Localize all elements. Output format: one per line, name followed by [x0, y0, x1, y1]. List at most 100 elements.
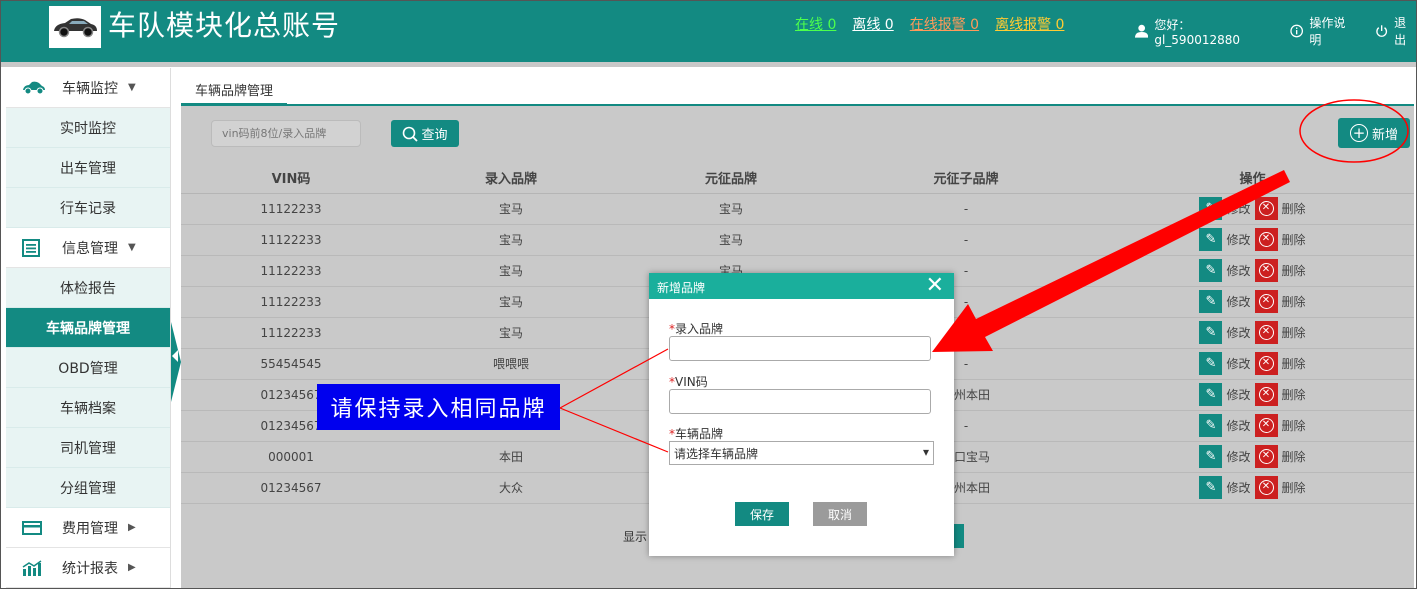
edit-icon[interactable]: ✎ — [1199, 352, 1223, 375]
sidebar-group-statistics[interactable]: 统计报表 ▶ — [6, 548, 170, 588]
delete-link[interactable]: 删除 — [1282, 355, 1306, 372]
sidebar-item-realtime-monitor[interactable]: 实时监控 — [6, 108, 170, 148]
edit-icon[interactable]: ✎ — [1199, 290, 1223, 313]
delete-link[interactable]: 删除 — [1282, 448, 1306, 465]
sidebar-item-driver-manage[interactable]: 司机管理 — [6, 428, 170, 468]
edit-link[interactable]: 修改 — [1226, 200, 1250, 217]
delete-link[interactable]: 删除 — [1282, 231, 1306, 248]
sidebar-item-vehicle-archive[interactable]: 车辆档案 — [6, 388, 170, 428]
delete-icon[interactable]: ✕ — [1254, 290, 1278, 313]
delete-icon[interactable]: ✕ — [1254, 352, 1278, 375]
row-actions: ✎ 修改 ✕ 删除 — [1199, 445, 1306, 468]
offline-alarm-link[interactable]: 离线报警 0 — [995, 14, 1064, 34]
delete-icon[interactable]: ✕ — [1254, 445, 1278, 468]
edit-link[interactable]: 修改 — [1226, 417, 1250, 434]
caret-down-icon: ▼ — [128, 242, 136, 253]
offline-link[interactable]: 离线 0 — [852, 14, 893, 34]
sidebar-item-obd-manage[interactable]: OBD管理 — [6, 348, 170, 388]
sidebar-group-label: 车辆监控 — [62, 80, 118, 97]
vehicle-brand-field-label: *车辆品牌 — [669, 427, 724, 441]
delete-link[interactable]: 删除 — [1282, 417, 1306, 434]
edit-link[interactable]: 修改 — [1226, 324, 1250, 341]
cancel-button[interactable]: 取消 — [813, 502, 867, 526]
edit-icon[interactable]: ✎ — [1199, 383, 1223, 406]
vehicle-brand-select[interactable]: 请选择车辆品牌 ▾ — [669, 441, 934, 465]
edit-link[interactable]: 修改 — [1226, 448, 1250, 465]
delete-icon[interactable]: ✕ — [1254, 476, 1278, 499]
search-button[interactable]: 查询 — [391, 120, 459, 147]
caret-right-icon: ▶ — [128, 562, 136, 573]
table-cell-actions: ✎ 修改 ✕ 删除 — [1091, 224, 1414, 256]
edit-link[interactable]: 修改 — [1226, 386, 1250, 403]
edit-icon[interactable]: ✎ — [1199, 414, 1223, 437]
delete-icon[interactable]: ✕ — [1254, 228, 1278, 251]
delete-icon[interactable]: ✕ — [1254, 414, 1278, 437]
edit-icon[interactable]: ✎ — [1199, 476, 1223, 499]
plus-icon: + — [1349, 124, 1368, 142]
search-input[interactable]: vin码前8位/录入品牌 — [211, 120, 361, 147]
edit-link[interactable]: 修改 — [1226, 293, 1250, 310]
row-actions: ✎ 修改 ✕ 删除 — [1199, 321, 1306, 344]
vehicle-brand-select-value: 请选择车辆品牌 — [674, 447, 759, 461]
sidebar-item-group-manage[interactable]: 分组管理 — [6, 468, 170, 508]
delete-icon[interactable]: ✕ — [1254, 383, 1278, 406]
sidebar-item-trip-record[interactable]: 行车记录 — [6, 188, 170, 228]
delete-link[interactable]: 删除 — [1282, 262, 1306, 279]
edit-icon[interactable]: ✎ — [1199, 259, 1223, 282]
delete-icon[interactable]: ✕ — [1254, 321, 1278, 344]
delete-link[interactable]: 删除 — [1282, 200, 1306, 217]
edit-icon[interactable]: ✎ — [1199, 228, 1223, 251]
user-greeting: 您好：gl_590012880 — [1154, 17, 1241, 47]
close-icon[interactable]: ✕ — [926, 273, 944, 299]
table-cell: 宝马 — [401, 286, 621, 318]
delete-icon[interactable]: ✕ — [1254, 259, 1278, 282]
save-button[interactable]: 保存 — [735, 502, 789, 526]
sidebar-item-dispatch[interactable]: 出车管理 — [6, 148, 170, 188]
dialog-header: 新增品牌 ✕ — [649, 273, 954, 299]
brand-input[interactable] — [669, 336, 931, 361]
edit-link[interactable]: 修改 — [1226, 262, 1250, 279]
delete-icon[interactable]: ✕ — [1254, 197, 1278, 220]
sidebar-item-inspection-report[interactable]: 体检报告 — [6, 268, 170, 308]
table-cell: 宝马 — [401, 255, 621, 287]
table-cell: 喂喂喂 — [401, 348, 621, 380]
table-cell: 宝马 — [401, 317, 621, 349]
add-brand-dialog: 新增品牌 ✕ *录入品牌 *VIN码 *车辆品牌 请选择车辆品牌 ▾ 保存 取消 — [649, 273, 954, 556]
chart-icon — [22, 559, 48, 576]
sidebar-item-brand-manage[interactable]: 车辆品牌管理 — [6, 308, 170, 348]
sidebar-group-label: 费用管理 — [62, 520, 118, 537]
logout-link[interactable]: 退出 — [1394, 14, 1417, 48]
user-area: 您好：gl_590012880 操作说明 退出 — [1135, 14, 1417, 48]
edit-link[interactable]: 修改 — [1226, 355, 1250, 372]
sidebar-group-vehicle-monitor[interactable]: 车辆监控 ▼ — [6, 68, 170, 108]
power-icon[interactable] — [1375, 24, 1388, 38]
online-link[interactable]: 在线 0 — [795, 14, 836, 34]
info-icon[interactable] — [1290, 24, 1303, 38]
dialog-title: 新增品牌 — [657, 281, 706, 295]
delete-link[interactable]: 删除 — [1282, 293, 1306, 310]
online-alarm-link[interactable]: 在线报警 0 — [910, 14, 979, 34]
edit-link[interactable]: 修改 — [1226, 231, 1250, 248]
tab-bar: 车辆品牌管理 — [181, 68, 1414, 106]
list-icon — [22, 238, 48, 257]
user-icon — [1135, 24, 1149, 38]
edit-icon[interactable]: ✎ — [1199, 197, 1223, 220]
delete-link[interactable]: 删除 — [1282, 324, 1306, 341]
sidebar-group-cost-manage[interactable]: 费用管理 ▶ — [6, 508, 170, 548]
edit-icon[interactable]: ✎ — [1199, 321, 1223, 344]
tab-brand-manage[interactable]: 车辆品牌管理 — [181, 68, 288, 106]
sidebar-collapse-arrow-icon[interactable] — [172, 350, 178, 362]
delete-link[interactable]: 删除 — [1282, 479, 1306, 496]
vin-input[interactable] — [669, 389, 931, 414]
search-icon — [403, 126, 419, 142]
sidebar-group-info-manage[interactable]: 信息管理 ▼ — [6, 228, 170, 268]
delete-link[interactable]: 删除 — [1282, 386, 1306, 403]
table-cell-actions: ✎ 修改 ✕ 删除 — [1091, 255, 1414, 287]
pager-button[interactable] — [954, 524, 964, 548]
add-button[interactable]: + 新增 — [1338, 118, 1410, 148]
table-header-row: VIN码 录入品牌 元征品牌 元征子品牌 操作 — [181, 163, 1414, 194]
table-cell-actions: ✎ 修改 ✕ 删除 — [1091, 472, 1414, 504]
help-link[interactable]: 操作说明 — [1309, 14, 1355, 48]
edit-icon[interactable]: ✎ — [1199, 445, 1223, 468]
edit-link[interactable]: 修改 — [1226, 479, 1250, 496]
